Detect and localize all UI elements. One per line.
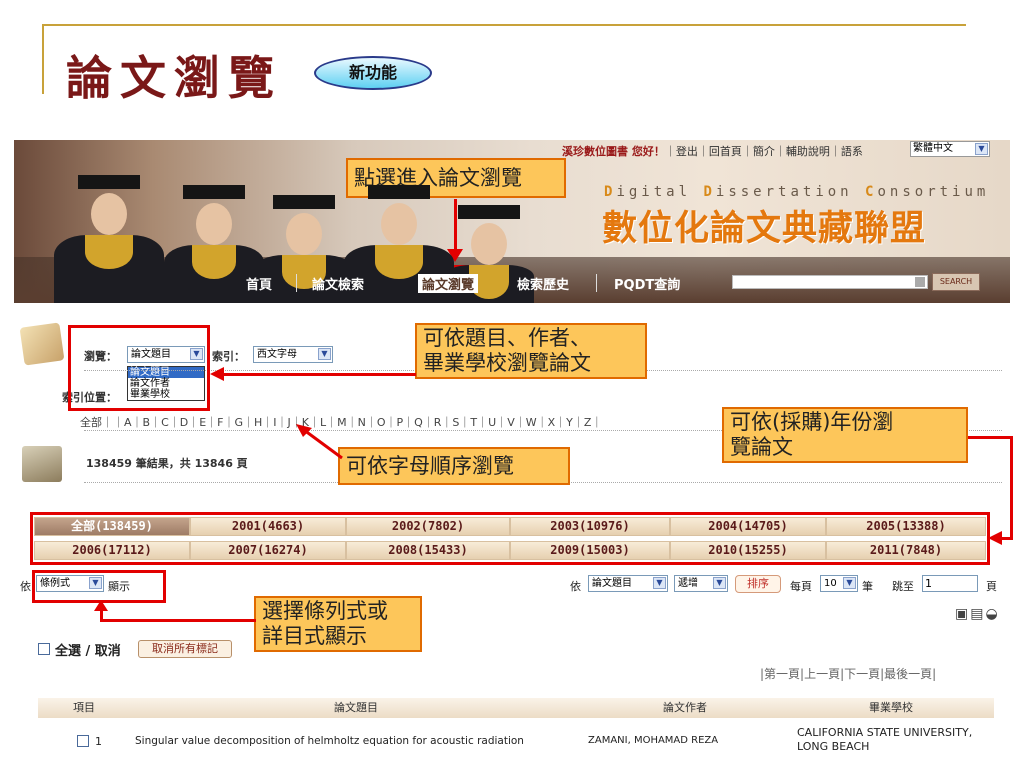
column-header-author[interactable]: 論文作者 xyxy=(582,698,788,718)
clear-marks-button[interactable]: 取消所有標記 xyxy=(138,640,232,658)
chevron-down-icon: ▼ xyxy=(843,577,856,589)
highlight-display-mode xyxy=(32,570,166,603)
arrow-by-letter xyxy=(296,424,343,460)
callout-browse-by: 可依題目、作者、 畢業學校瀏覽論文 xyxy=(415,323,647,379)
top-links: 溪珍數位圖書 您好！｜登出｜回首頁｜簡介｜輔助說明｜語系 xyxy=(562,143,863,159)
page-unit: 頁 xyxy=(986,580,997,593)
arrow-display-mode xyxy=(100,619,256,622)
site-title-chinese: 數位化論文典藏聯盟 xyxy=(602,208,927,249)
language-select[interactable]: 繁體中文 ▼ xyxy=(910,141,990,157)
arrow-browse-by xyxy=(222,373,416,376)
index-select[interactable]: 西文字母 ▼ xyxy=(253,346,333,363)
arrow-head xyxy=(94,600,108,611)
arrow-head xyxy=(210,367,224,381)
sort-field-value: 論文題目 xyxy=(592,578,632,589)
arrow-by-year xyxy=(968,436,1012,439)
mail-icon[interactable]: ◒ xyxy=(985,606,999,622)
slide-title: 論文瀏覽 xyxy=(66,51,282,105)
select-all-checkbox[interactable] xyxy=(38,643,50,655)
search-input[interactable] xyxy=(732,275,928,289)
select-all-label: 全選 / 取消 xyxy=(55,644,121,659)
arrow-head xyxy=(988,531,1002,545)
toolbar-icons: ▣▤◒ xyxy=(955,606,1000,622)
column-header-school[interactable]: 畢業學校 xyxy=(788,698,994,718)
sort-field-select[interactable]: 論文題目 ▼ xyxy=(588,575,668,592)
nav-browse[interactable]: 論文瀏覽 xyxy=(418,274,479,293)
callout-display-mode: 選擇條列式或 詳目式顯示 xyxy=(254,596,422,652)
row-author: ZAMANI, MOHAMAD REZA xyxy=(588,735,719,746)
nav-separator xyxy=(596,274,597,292)
per-page-unit: 筆 xyxy=(862,580,873,593)
pen-icon xyxy=(22,446,62,482)
title-rule xyxy=(42,24,966,26)
row-school: CALIFORNIA STATE UNIVERSITY, LONG BEACH xyxy=(797,726,973,753)
chevron-down-icon: ▼ xyxy=(653,577,666,589)
nav-separator xyxy=(296,274,297,292)
callout-by-letter: 可依字母順序瀏覽 xyxy=(338,447,570,485)
save-icon[interactable]: ▣ xyxy=(955,606,970,622)
chevron-down-icon: ▼ xyxy=(318,348,331,360)
chevron-down-icon: ▼ xyxy=(713,577,726,589)
sort-by-label: 依 xyxy=(570,580,581,593)
print-icon[interactable]: ▤ xyxy=(970,606,985,622)
index-select-value: 西文字母 xyxy=(257,349,297,360)
header-links[interactable]: ｜登出｜回首頁｜簡介｜輔助說明｜語系 xyxy=(665,145,863,158)
per-page-label: 每頁 xyxy=(790,580,812,593)
sort-order-value: 遞增 xyxy=(678,578,698,589)
pagination[interactable]: |第一頁|上一頁|下一頁|最後一頁| xyxy=(760,665,936,682)
welcome-text: 溪珍數位圖書 您好！ xyxy=(562,145,665,158)
nav-history[interactable]: 檢索歷史 xyxy=(517,274,569,293)
callout-by-year: 可依(採購)年份瀏 覽論文 xyxy=(722,407,968,463)
per-page-select[interactable]: 10 ▼ xyxy=(820,575,858,592)
jump-page-input[interactable]: 1 xyxy=(922,575,978,592)
column-header-index: 項目 xyxy=(38,698,130,718)
search-button[interactable]: SEARCH xyxy=(932,273,980,291)
arrow-by-year xyxy=(1010,436,1013,540)
highlight-year-tabs xyxy=(30,512,990,565)
new-feature-badge: 新功能 xyxy=(314,56,432,90)
sort-button[interactable]: 排序 xyxy=(735,575,781,593)
sort-order-select[interactable]: 遞增 ▼ xyxy=(674,575,728,592)
site-title-english: Digital Dissertation Consortium xyxy=(604,184,990,200)
nav-home[interactable]: 首頁 xyxy=(246,274,272,293)
scroll-icon xyxy=(19,322,65,366)
search-go-icon[interactable] xyxy=(915,277,925,287)
nav-search[interactable]: 論文檢索 xyxy=(312,274,364,293)
row-title[interactable]: Singular value decomposition of helmholt… xyxy=(135,735,524,747)
display-by-label: 依 xyxy=(20,580,31,593)
row-index: 1 xyxy=(95,735,102,748)
nav-pqdt[interactable]: PQDT查詢 xyxy=(614,274,680,293)
title-rule-left xyxy=(42,24,44,94)
chevron-down-icon: ▼ xyxy=(975,143,988,155)
language-value: 繁體中文 xyxy=(913,143,953,154)
highlight-browse-options xyxy=(68,325,210,411)
column-header-title[interactable]: 論文題目 xyxy=(130,698,582,718)
row-checkbox[interactable] xyxy=(77,735,89,747)
jump-label: 跳至 xyxy=(892,580,914,593)
result-summary: 138459 筆結果，共 13846 頁 xyxy=(86,457,248,470)
per-page-value: 10 xyxy=(824,578,837,589)
index-label: 索引： xyxy=(212,350,245,363)
